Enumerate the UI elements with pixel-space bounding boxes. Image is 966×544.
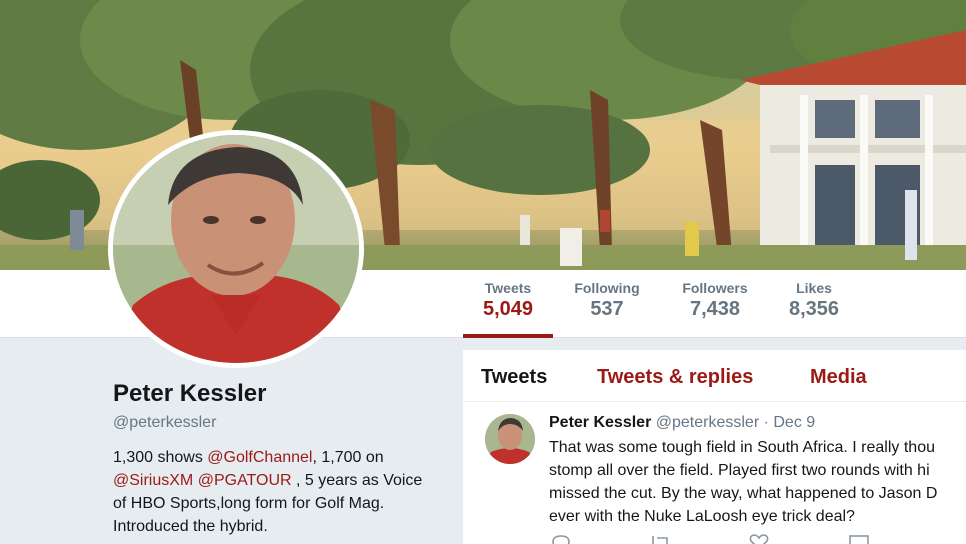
bio-link-siriusxm[interactable]: @SiriusXM bbox=[113, 472, 193, 489]
profile-handle: @peterkessler bbox=[113, 414, 217, 431]
stat-following[interactable]: Following 537 bbox=[566, 280, 648, 321]
tab-media[interactable]: Media bbox=[810, 366, 867, 389]
stat-label: Tweets bbox=[484, 280, 532, 296]
tab-tweets-replies[interactable]: Tweets & replies bbox=[597, 366, 753, 389]
stat-value: 7,438 bbox=[689, 298, 741, 320]
profile-page: Tweets 5,049 Following 537 Followers 7,4… bbox=[0, 0, 966, 544]
tweet-text-line: ever with the Nuke LaLoosh eye trick dea… bbox=[549, 508, 855, 525]
profile-info: Peter Kessler @peterkessler 1,300 shows … bbox=[113, 380, 433, 538]
like-icon[interactable] bbox=[749, 534, 769, 544]
profile-avatar[interactable] bbox=[108, 130, 364, 368]
stat-value: 8,356 bbox=[788, 298, 840, 320]
tweet-text-line: stomp all over the field. Played first t… bbox=[549, 462, 930, 479]
tweet-text: That was some tough field in South Afric… bbox=[549, 436, 966, 528]
profile-bio: 1,300 shows @GolfChannel, 1,700 on @Siriu… bbox=[113, 446, 433, 538]
bio-text: , 1,700 on bbox=[312, 449, 384, 466]
stat-label: Followers bbox=[682, 280, 748, 296]
tweet-author-name[interactable]: Peter Kessler bbox=[549, 414, 651, 431]
tweet-header: Peter Kessler @peterkessler · Dec 9 bbox=[549, 414, 815, 432]
message-icon[interactable] bbox=[849, 534, 869, 544]
stat-label: Following bbox=[574, 280, 640, 296]
tweet-text-line: missed the cut. By the way, what happene… bbox=[549, 485, 938, 502]
avatar-portrait-illustration bbox=[113, 135, 359, 363]
avatar-photo bbox=[113, 135, 359, 363]
timeline: Tweets Tweets & replies Media Peter Kess… bbox=[463, 350, 966, 544]
reply-icon[interactable] bbox=[551, 534, 571, 544]
stat-value: 537 bbox=[590, 298, 624, 320]
profile-name[interactable]: Peter Kessler bbox=[113, 380, 433, 408]
tab-tweets[interactable]: Tweets bbox=[481, 366, 547, 389]
timeline-tabs: Tweets Tweets & replies Media bbox=[463, 350, 966, 402]
stat-tweets[interactable]: Tweets 5,049 bbox=[463, 280, 553, 338]
stat-label: Likes bbox=[796, 280, 832, 296]
tweet-avatar[interactable] bbox=[485, 414, 535, 464]
tweet-avatar-illustration bbox=[485, 414, 535, 464]
tweet-text-line: That was some tough field in South Afric… bbox=[549, 439, 935, 456]
bio-link-golfchannel[interactable]: @GolfChannel bbox=[207, 449, 312, 466]
stat-value: 5,049 bbox=[482, 298, 534, 320]
retweet-icon[interactable] bbox=[649, 534, 671, 544]
bio-link-pgatour[interactable]: @PGATOUR bbox=[198, 472, 292, 489]
tweet-author-meta[interactable]: @peterkessler · Dec 9 bbox=[656, 414, 815, 431]
stat-likes[interactable]: Likes 8,356 bbox=[784, 280, 844, 321]
tweet-item[interactable]: Peter Kessler @peterkessler · Dec 9 That… bbox=[463, 402, 966, 544]
bio-text: 1,300 shows bbox=[113, 449, 208, 466]
stat-followers[interactable]: Followers 7,438 bbox=[673, 280, 757, 321]
